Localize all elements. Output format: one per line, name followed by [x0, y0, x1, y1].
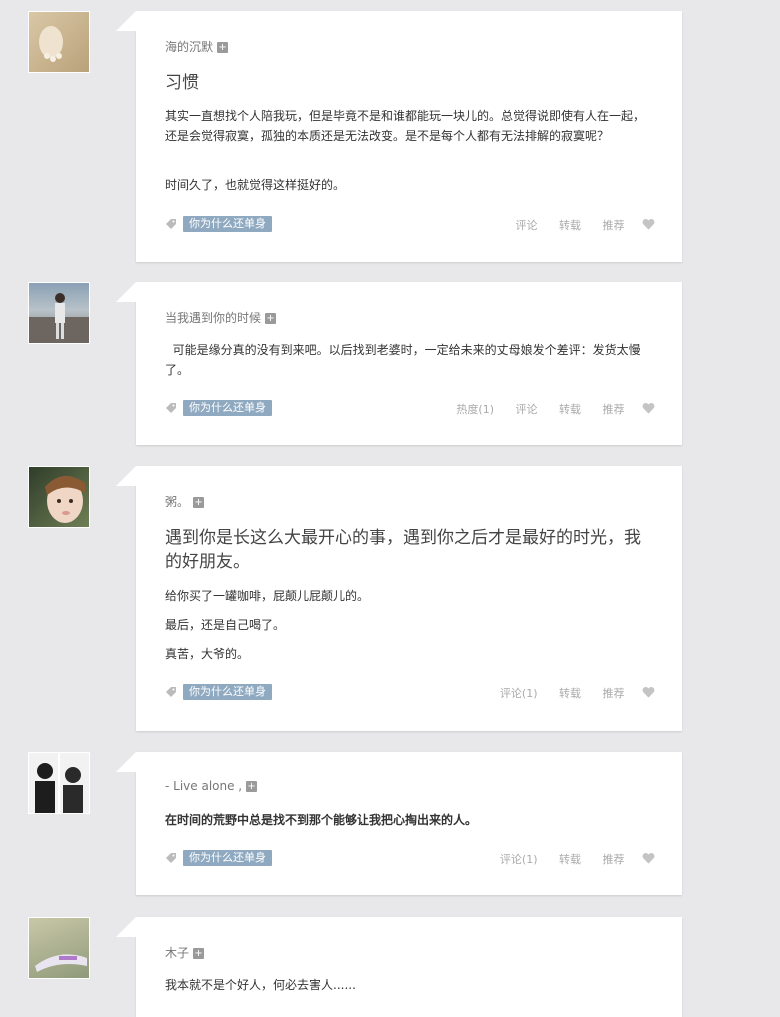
avatar[interactable] [28, 917, 90, 979]
heat-count[interactable]: 热度(1) [456, 403, 494, 416]
avatar[interactable] [28, 466, 90, 528]
post-card: 粥。 + 遇到你是长这么大最开心的事，遇到你之后才是最好的时光，我的好朋友。 给你… [116, 466, 682, 731]
recommend-button[interactable]: 推荐 [603, 403, 625, 416]
avatar-image [35, 954, 87, 972]
post-paragraph: 我本就不是个好人，何必去害人...... [165, 978, 356, 992]
post-card: 当我遇到你的时候 + 可能是缘分真的没有到来吧。以后找到老婆时，一定给未来的丈母娘… [116, 282, 682, 445]
heart-icon[interactable] [642, 402, 655, 414]
comment-button[interactable]: 评论 [516, 219, 538, 232]
post-footer: 你为什么还单身 评论 转载 推荐 [165, 215, 655, 235]
post-actions: 评论(1) 转载 推荐 [482, 851, 655, 867]
comment-button[interactable]: 评论(1) [500, 687, 538, 700]
author-row: 当我遇到你的时候 + [165, 309, 277, 326]
recommend-button[interactable]: 推荐 [603, 219, 625, 232]
heart-icon[interactable] [642, 686, 655, 698]
post-card: 木子 + 我本就不是个好人，何必去害人...... [116, 917, 682, 1017]
recommend-button[interactable]: 推荐 [603, 687, 625, 700]
author-row: 粥。 + [165, 493, 205, 510]
author-row: 木子 + [165, 944, 205, 961]
heart-icon[interactable] [642, 218, 655, 230]
author-row: 海的沉默 + [165, 38, 229, 55]
tag-label[interactable]: 你为什么还单身 [183, 400, 272, 416]
follow-plus-icon[interactable]: + [265, 313, 277, 324]
post-paragraph: 其实一直想找个人陪我玩，但是毕竟不是和谁都能玩一块儿的。总觉得说即使有人在一起，… [165, 109, 646, 143]
post-paragraph: 在时间的荒野中总是找不到那个能够让我把心掏出来的人。 [165, 813, 478, 827]
post-footer: 你为什么还单身 评论(1) 转载 推荐 [165, 683, 655, 703]
avatar-image [45, 475, 85, 523]
heart-icon[interactable] [642, 852, 655, 864]
tag-label[interactable]: 你为什么还单身 [183, 850, 272, 866]
reblog-button[interactable]: 转载 [559, 853, 581, 866]
post-paragraph: 时间久了，也就觉得这样挺好的。 [165, 178, 346, 192]
post-actions: 评论(1) 转载 推荐 [482, 685, 655, 701]
comment-button[interactable]: 评论(1) [500, 853, 538, 866]
post-footer: 你为什么还单身 评论(1) 转载 推荐 [165, 849, 655, 869]
post-title[interactable]: 习惯 [165, 71, 655, 95]
tag-icon [166, 687, 176, 697]
tag-icon [166, 219, 176, 229]
avatar-image [35, 753, 83, 813]
tag-icon [166, 853, 176, 863]
reblog-button[interactable]: 转载 [559, 687, 581, 700]
post-paragraph: 给你买了一罐咖啡，屁颠儿屁颠儿的。 [165, 589, 370, 603]
post-paragraph: 真苦，大爷的。 [165, 647, 250, 661]
avatar-image [39, 26, 63, 62]
reblog-button[interactable]: 转载 [559, 403, 581, 416]
post-card: - Live alone , + 在时间的荒野中总是找不到那个能够让我把心掏出来的… [116, 752, 682, 895]
avatar[interactable] [28, 752, 90, 814]
post-footer: 你为什么还单身 热度(1) 评论 转载 推荐 [165, 399, 655, 419]
tag-label[interactable]: 你为什么还单身 [183, 216, 272, 232]
post-title[interactable]: 遇到你是长这么大最开心的事，遇到你之后才是最好的时光，我的好朋友。 [165, 526, 655, 574]
author-name[interactable]: 当我遇到你的时候 [165, 311, 261, 325]
post-actions: 评论 转载 推荐 [498, 217, 656, 233]
avatar[interactable] [28, 282, 90, 344]
recommend-button[interactable]: 推荐 [603, 853, 625, 866]
author-name[interactable]: - Live alone , [165, 779, 242, 793]
follow-plus-icon[interactable]: + [193, 497, 205, 508]
author-name[interactable]: 海的沉默 [165, 40, 213, 54]
avatar-image [29, 293, 89, 343]
author-name[interactable]: 木子 [165, 946, 189, 960]
follow-plus-icon[interactable]: + [217, 42, 229, 53]
avatar[interactable] [28, 11, 90, 73]
post-actions: 热度(1) 评论 转载 推荐 [438, 401, 655, 417]
author-name[interactable]: 粥。 [165, 495, 189, 509]
follow-plus-icon[interactable]: + [246, 781, 258, 792]
post-card: 海的沉默 + 习惯 其实一直想找个人陪我玩，但是毕竟不是和谁都能玩一块儿的。总觉得… [116, 11, 682, 262]
follow-plus-icon[interactable]: + [193, 948, 205, 959]
comment-button[interactable]: 评论 [516, 403, 538, 416]
tag-label[interactable]: 你为什么还单身 [183, 684, 272, 700]
post-paragraph: 可能是缘分真的没有到来吧。以后找到老婆时，一定给未来的丈母娘发个差评：发货太慢了… [165, 343, 641, 377]
author-row: - Live alone , + [165, 779, 258, 793]
reblog-button[interactable]: 转载 [559, 219, 581, 232]
post-paragraph: 最后，还是自己喝了。 [165, 618, 286, 632]
tag-icon [166, 403, 176, 413]
